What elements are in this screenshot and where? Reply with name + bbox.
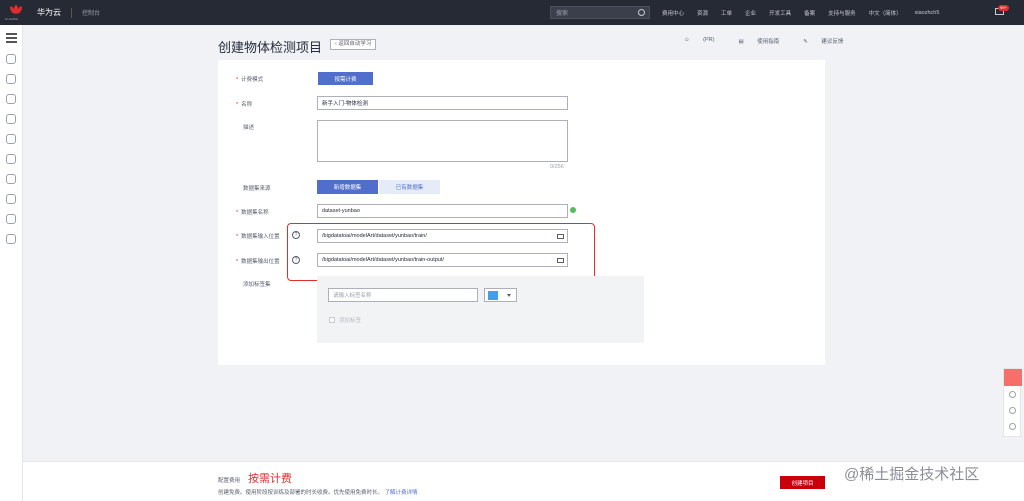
dataset-name-label: * 数据集名称 [236,210,269,216]
cloud-service-icon[interactable] [6,54,16,64]
pr-label: (PR) [703,37,715,43]
document-icon[interactable] [6,154,16,164]
edit-icon: ✎ [803,39,810,45]
desc-textarea[interactable] [317,120,568,162]
desc-counter: 0/256 [550,164,564,170]
billing-label: * 计费模式 [236,77,264,83]
billing-option-ondemand[interactable]: 按需计费 [318,72,373,85]
huawei-logo[interactable]: HUAWEI [0,0,34,25]
logo-text: HUAWEI [5,17,19,21]
tag-name-input[interactable]: 请输入标签名称 [328,288,478,302]
nav-link-support[interactable]: 支持与服务 [828,9,856,17]
color-swatch [488,291,498,300]
floating-toolbar [1003,368,1022,437]
fee-desc-text: 创建免费。使用阶段按训练及部署的时长收费。优先使用免费时长。 [218,490,384,496]
smile-icon[interactable] [1009,391,1016,398]
back-button[interactable]: ‹ 返回自动学习 [330,39,377,50]
config-fee-label: 配置费用 [218,478,241,484]
guide-link[interactable]: ▤ 使用指南 [738,37,791,45]
add-tag-label: 添加标签 [339,318,362,324]
huawei-petal-icon [9,5,23,14]
storage-icon[interactable] [6,114,16,124]
tag-panel [317,276,644,343]
feedback-pr-link[interactable]: ☺ (PR) [684,37,726,45]
nav-link-language[interactable]: 中文（简体） [869,9,902,17]
globe-icon[interactable] [6,214,16,224]
ai-icon[interactable] [6,94,16,104]
suggestion-label: 建议反馈 [821,39,844,45]
input-path-label: * 数据集输入位置 [236,234,280,240]
left-sidebar [0,25,23,501]
database-icon[interactable] [6,134,16,144]
console-link[interactable]: 控制台 [82,8,100,17]
highlight-annotation-box [287,223,595,281]
smile-icon: ☺ [684,37,692,43]
tag-color-select[interactable] [484,288,517,302]
book-icon: ▤ [738,39,746,45]
document-icon[interactable] [1009,423,1016,430]
source-existing-dataset[interactable]: 已有数据集 [379,180,440,194]
nav-link-enterprise[interactable]: 企业 [745,9,756,17]
create-project-button[interactable]: 创建项目 [780,476,825,489]
suggestion-link[interactable]: ✎ 建议反馈 [803,37,855,45]
checkbox-icon [329,317,335,323]
settings-icon[interactable] [6,234,16,244]
chevron-down-icon [507,294,511,297]
search-placeholder: 搜索 [556,11,569,17]
nav-link-resources[interactable]: 资源 [697,9,708,17]
chat-icon[interactable] [1004,369,1022,386]
nav-link-filing[interactable]: 备案 [804,9,815,17]
source-label: 数据集来源 [243,186,271,192]
fee-description: 创建免费。使用阶段按训练及部署的时长收费。优先使用免费时长。 了解计费详情 [218,488,418,496]
nav-link-user[interactable]: xiaozhch5 [915,10,940,16]
name-label: * 名称 [236,102,253,108]
menu-icon[interactable] [6,33,17,45]
search-input[interactable]: 搜索 [550,6,650,19]
dataset-name-field[interactable]: dataset-yunbao [317,204,568,218]
check-valid-icon [570,207,576,213]
top-navbar: HUAWEI 华为云 控制台 搜索 费用中心 资源 工单 企业 开发工具 备案 … [0,0,1024,25]
output-path-label: * 数据集输出位置 [236,259,280,265]
add-tag-button[interactable]: 添加标签 [329,316,361,324]
nav-link-billing[interactable]: 费用中心 [662,9,684,17]
top-nav-links: 费用中心 资源 工单 企业 开发工具 备案 支持与服务 中文（简体） xiaoz… [662,0,952,25]
tags-label: 添加标签集 [243,282,271,288]
divider [71,7,72,18]
anchor-icon[interactable] [6,194,16,204]
search-icon[interactable] [638,9,645,16]
source-new-dataset[interactable]: 新增数据集 [317,180,378,194]
mail-badge: 99+ [998,5,1009,11]
guide-label: 使用指南 [757,39,780,45]
page-title: 创建物体检测项目 [218,40,323,55]
back-label: 返回自动学习 [338,41,372,47]
name-field[interactable]: 新手入门-物体检测 [317,96,568,110]
nav-link-dev-tools[interactable]: 开发工具 [769,9,791,17]
watermark: @稀土掘金技术社区 [844,466,980,483]
nav-link-tickets[interactable]: 工单 [721,9,732,17]
cloud-icon[interactable] [6,174,16,184]
brand-name[interactable]: 华为云 [37,7,61,18]
price-mode: 按需计费 [248,473,292,485]
header-tools: ☺ (PR) ▤ 使用指南 ✎ 建议反馈 [684,37,867,45]
compute-icon[interactable] [6,74,16,84]
billing-detail-link[interactable]: 了解计费详情 [385,490,418,496]
question-icon[interactable] [1009,407,1016,414]
desc-label: 描述 [243,125,255,131]
